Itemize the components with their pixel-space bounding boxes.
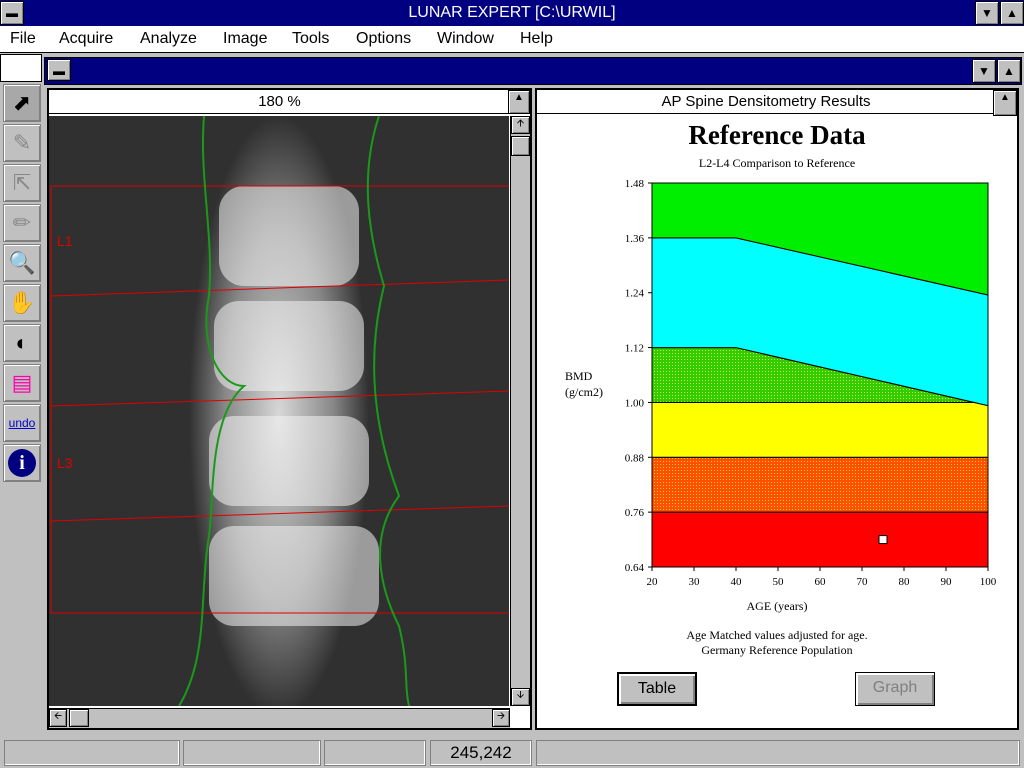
child-maximize-button[interactable]: ▲ (997, 59, 1021, 83)
chart-footnote: Age Matched values adjusted for age. Ger… (537, 628, 1017, 658)
x-tick-label: 90 (941, 576, 953, 588)
status-field-1 (4, 740, 180, 766)
pointer-icon: ⬈ (12, 90, 32, 115)
y-tick-label: 1.48 (625, 178, 645, 190)
zoom-out-tool[interactable]: 🔍 (3, 244, 41, 282)
y-tick-label: 1.12 (625, 343, 644, 355)
select-region-tool[interactable]: ⇱ (3, 164, 41, 202)
toolbar-header (0, 54, 42, 82)
footnote-age-matched: Age Matched values adjusted for age. (686, 628, 868, 642)
roi-overlay: L1 L3 (50, 116, 509, 706)
results-pane-header: AP Spine Densitometry Results (537, 90, 995, 114)
bmd-band-2 (651, 401, 989, 458)
x-tick-label: 70 (857, 576, 869, 588)
image-pane: 180 % ▲ L1 L3 🡩 🡫 🡨 🡪 (47, 88, 532, 730)
results-pane-collapse-button[interactable]: ▲ (993, 90, 1017, 116)
scroll-thumb[interactable] (511, 136, 530, 156)
scroll-down-button[interactable]: 🡫 (511, 688, 530, 706)
footnote-population: Germany Reference Population (701, 643, 853, 657)
undo-tool[interactable]: undo (3, 404, 41, 442)
spine-xray-image[interactable]: L1 L3 (49, 116, 509, 706)
contrast-tool[interactable]: ◐ (3, 324, 41, 362)
app-title: LUNAR EXPERT [C:\URWIL] (408, 4, 616, 21)
results-title: AP Spine Densitometry Results (661, 93, 871, 110)
menu-help[interactable]: Help (520, 30, 553, 48)
graph-button[interactable]: Graph (855, 672, 935, 706)
mdi-child-title-bar (44, 57, 1022, 85)
bmd-band-0 (651, 511, 989, 568)
zoom-out-icon: 🔍 (8, 250, 36, 275)
edit-roi-icon: ✎ (12, 130, 32, 155)
vertebra-label-l3: L3 (57, 455, 73, 471)
scroll-left-button[interactable]: 🡨 (49, 709, 67, 727)
child-minimize-button[interactable]: ▼ (972, 59, 996, 83)
y-tick-label: 1.24 (625, 288, 645, 300)
app-title-bar: LUNAR EXPERT [C:\URWIL] (0, 0, 1024, 26)
chart-title: Reference Data (688, 120, 866, 150)
vertebra-label-l1: L1 (57, 233, 73, 249)
info-icon: i (8, 449, 36, 477)
scroll-right-button[interactable]: 🡪 (492, 709, 510, 727)
y-tick-label: 0.76 (625, 507, 645, 519)
hand-pan-tool[interactable]: ✋ (3, 284, 41, 322)
menu-options[interactable]: Options (356, 30, 411, 48)
reference-chart: Reference Data L2-L4 Comparison to Refere… (565, 120, 997, 613)
point-typing-icon: ✏ (12, 210, 32, 235)
image-pane-collapse-button[interactable]: ▲ (508, 90, 530, 114)
status-coordinates: 245,242 (430, 740, 532, 766)
menu-file[interactable]: File (10, 30, 36, 48)
contrast-icon: ◐ (15, 330, 29, 355)
image-pane-header: 180 % (49, 90, 510, 114)
edit-roi-tool[interactable]: ✎ (3, 124, 41, 162)
x-tick-label: 80 (899, 576, 911, 588)
x-tick-label: 60 (815, 576, 827, 588)
vertical-scrollbar[interactable]: 🡩 🡫 (510, 116, 530, 706)
results-pane: AP Spine Densitometry Results ▲ Referenc… (535, 88, 1019, 730)
minimize-button[interactable]: ▼ (975, 1, 999, 25)
status-field-3 (324, 740, 426, 766)
point-typing-tool[interactable]: ✏ (3, 204, 41, 242)
horizontal-scrollbar[interactable]: 🡨 🡪 (49, 708, 510, 728)
x-tick-label: 20 (647, 576, 659, 588)
bmd-band-1 (651, 456, 989, 513)
status-field-5 (536, 740, 1020, 766)
y-axis-label: BMD (565, 369, 593, 383)
menu-window[interactable]: Window (437, 30, 494, 48)
chart-subtitle: L2-L4 Comparison to Reference (699, 156, 855, 170)
x-axis-label: AGE (years) (747, 599, 808, 613)
scroll-up-button[interactable]: 🡩 (511, 116, 530, 134)
y-axis-label: (g/cm2) (565, 385, 603, 399)
zoom-level: 180 % (258, 93, 301, 110)
color-palette-icon: ▤ (11, 370, 33, 395)
y-tick-label: 1.36 (625, 233, 645, 245)
menu-image[interactable]: Image (223, 30, 267, 48)
maximize-button[interactable]: ▲ (1000, 1, 1024, 25)
info-tool[interactable]: i (3, 444, 41, 482)
patient-bmd-point (878, 535, 888, 545)
menu-analyze[interactable]: Analyze (140, 30, 197, 48)
menu-bar: File Acquire Analyze Image Tools Options… (0, 26, 1024, 53)
x-tick-label: 30 (689, 576, 701, 588)
pointer-tool[interactable]: ⬈ (3, 84, 41, 122)
menu-acquire[interactable]: Acquire (59, 30, 113, 48)
child-system-menu-button[interactable]: ▬ (47, 59, 71, 81)
system-menu-button[interactable]: ▬ (0, 1, 24, 25)
undo-icon: undo (8, 416, 36, 430)
y-tick-label: 1.00 (625, 397, 645, 409)
select-region-icon: ⇱ (12, 170, 32, 195)
hand-pan-icon: ✋ (8, 290, 36, 315)
status-field-2 (183, 740, 321, 766)
y-tick-label: 0.64 (625, 562, 645, 574)
x-tick-label: 40 (731, 576, 743, 588)
color-palette-tool[interactable]: ▤ (3, 364, 41, 402)
y-tick-label: 0.88 (625, 452, 645, 464)
menu-tools[interactable]: Tools (292, 30, 329, 48)
table-button[interactable]: Table (617, 672, 697, 706)
h-scroll-thumb[interactable] (69, 709, 89, 727)
x-tick-label: 100 (980, 576, 997, 588)
x-tick-label: 50 (773, 576, 785, 588)
